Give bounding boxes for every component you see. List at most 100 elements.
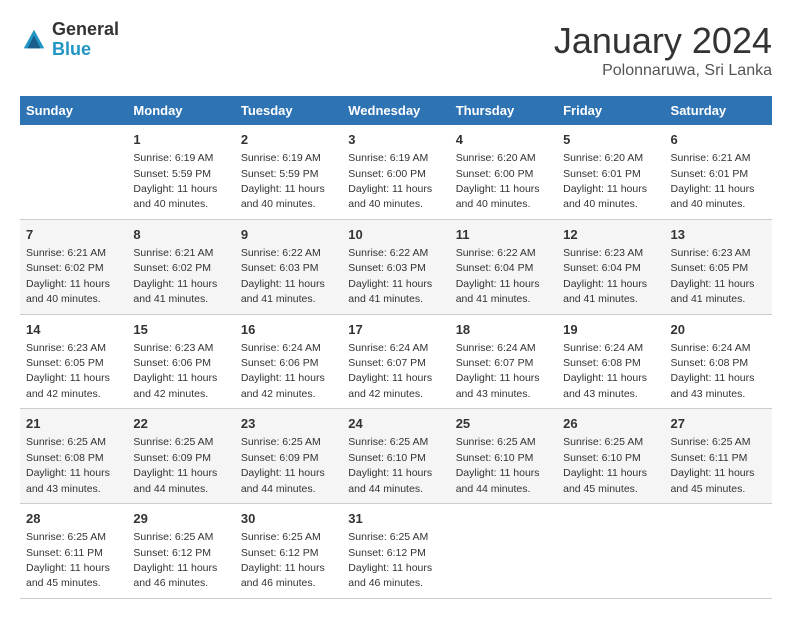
day-number: 11 xyxy=(456,226,551,244)
sunrise-info: Sunrise: 6:25 AM xyxy=(241,436,321,448)
sunset-info: Sunset: 6:04 PM xyxy=(456,262,534,274)
daylight-info: Daylight: 11 hours and 40 minutes. xyxy=(348,183,432,210)
daylight-info: Daylight: 11 hours and 41 minutes. xyxy=(348,278,432,305)
day-number: 10 xyxy=(348,226,443,244)
sunrise-info: Sunrise: 6:23 AM xyxy=(133,342,213,354)
sunrise-info: Sunrise: 6:24 AM xyxy=(348,342,428,354)
weekday-header-tuesday: Tuesday xyxy=(235,96,342,125)
sunset-info: Sunset: 6:04 PM xyxy=(563,262,641,274)
day-number: 6 xyxy=(671,131,766,149)
calendar-cell: 1Sunrise: 6:19 AMSunset: 5:59 PMDaylight… xyxy=(127,125,234,219)
sunset-info: Sunset: 6:01 PM xyxy=(563,168,641,180)
title-block: January 2024 Polonnaruwa, Sri Lanka xyxy=(554,20,772,80)
calendar-cell: 16Sunrise: 6:24 AMSunset: 6:06 PMDayligh… xyxy=(235,314,342,409)
calendar-cell: 12Sunrise: 6:23 AMSunset: 6:04 PMDayligh… xyxy=(557,219,664,314)
sunset-info: Sunset: 6:10 PM xyxy=(348,452,426,464)
daylight-info: Daylight: 11 hours and 45 minutes. xyxy=(26,562,110,589)
day-number: 3 xyxy=(348,131,443,149)
daylight-info: Daylight: 11 hours and 42 minutes. xyxy=(348,372,432,399)
calendar-cell: 27Sunrise: 6:25 AMSunset: 6:11 PMDayligh… xyxy=(665,409,772,504)
day-number: 17 xyxy=(348,321,443,339)
daylight-info: Daylight: 11 hours and 45 minutes. xyxy=(671,467,755,494)
daylight-info: Daylight: 11 hours and 46 minutes. xyxy=(241,562,325,589)
sunrise-info: Sunrise: 6:20 AM xyxy=(563,152,643,164)
sunset-info: Sunset: 6:02 PM xyxy=(26,262,104,274)
day-number: 8 xyxy=(133,226,228,244)
day-number: 2 xyxy=(241,131,336,149)
calendar-week-row: 1Sunrise: 6:19 AMSunset: 5:59 PMDaylight… xyxy=(20,125,772,219)
calendar-week-row: 28 Sunrise: 6:25 AM Sunset: 6:11 PM Dayligh… xyxy=(20,504,772,599)
sunset-info: Sunset: 6:08 PM xyxy=(563,357,641,369)
day-number: 15 xyxy=(133,321,228,339)
sunrise-info: Sunrise: 6:25 AM xyxy=(563,436,643,448)
calendar-week-row: 7Sunrise: 6:21 AMSunset: 6:02 PMDaylight… xyxy=(20,219,772,314)
sunset-info: Sunset: 5:59 PM xyxy=(133,168,211,180)
sunset-info: Sunset: 6:00 PM xyxy=(348,168,426,180)
day-number: 24 xyxy=(348,415,443,433)
calendar-cell xyxy=(20,125,127,219)
daylight-info: Daylight: 11 hours and 40 minutes. xyxy=(563,183,647,210)
daylight-info: Daylight: 11 hours and 41 minutes. xyxy=(563,278,647,305)
day-number: 4 xyxy=(456,131,551,149)
daylight-info: Daylight: 11 hours and 46 minutes. xyxy=(348,562,432,589)
sunset-info: Sunset: 6:07 PM xyxy=(456,357,534,369)
daylight-info: Daylight: 11 hours and 44 minutes. xyxy=(133,467,217,494)
sunset-info: Sunset: 6:02 PM xyxy=(133,262,211,274)
sunrise-info: Sunrise: 6:22 AM xyxy=(348,247,428,259)
page-header: General Blue January 2024 Polonnaruwa, S… xyxy=(20,20,772,80)
sunset-info: Sunset: 6:07 PM xyxy=(348,357,426,369)
daylight-info: Daylight: 11 hours and 42 minutes. xyxy=(241,372,325,399)
calendar-cell: 4Sunrise: 6:20 AMSunset: 6:00 PMDaylight… xyxy=(450,125,557,219)
sunrise-info: Sunrise: 6:23 AM xyxy=(671,247,751,259)
daylight-info: Daylight: 11 hours and 40 minutes. xyxy=(26,278,110,305)
calendar-cell: 31Sunrise: 6:25 AMSunset: 6:12 PMDayligh… xyxy=(342,504,449,599)
daylight-info: Daylight: 11 hours and 43 minutes. xyxy=(671,372,755,399)
calendar-cell: 13Sunrise: 6:23 AMSunset: 6:05 PMDayligh… xyxy=(665,219,772,314)
calendar-week-row: 21 Sunrise: 6:25 AM Sunset: 6:08 PM Dayligh… xyxy=(20,409,772,504)
day-number: 30 xyxy=(241,510,336,528)
daylight-info: Daylight: 11 hours and 40 minutes. xyxy=(671,183,755,210)
sunset-info: Sunset: 6:11 PM xyxy=(26,547,103,559)
day-number: 28 xyxy=(26,510,121,528)
day-number: 13 xyxy=(671,226,766,244)
calendar-cell: 19Sunrise: 6:24 AMSunset: 6:08 PMDayligh… xyxy=(557,314,664,409)
sunset-info: Sunset: 6:09 PM xyxy=(133,452,211,464)
daylight-info: Daylight: 11 hours and 40 minutes. xyxy=(241,183,325,210)
sunset-info: Sunset: 6:08 PM xyxy=(671,357,749,369)
weekday-header-friday: Friday xyxy=(557,96,664,125)
sunrise-info: Sunrise: 6:19 AM xyxy=(241,152,321,164)
calendar-cell: 10 Sunrise: 6:22 AM Sunset: 6:03 PM Dayligh… xyxy=(342,219,449,314)
day-number: 23 xyxy=(241,415,336,433)
sunrise-info: Sunrise: 6:24 AM xyxy=(671,342,751,354)
sunset-info: Sunset: 6:01 PM xyxy=(671,168,749,180)
daylight-info: Daylight: 11 hours and 42 minutes. xyxy=(26,372,110,399)
daylight-info: Daylight: 11 hours and 45 minutes. xyxy=(563,467,647,494)
sunset-info: Sunset: 6:12 PM xyxy=(241,547,319,559)
calendar-cell: 17 Sunrise: 6:24 AM Sunset: 6:07 PM Dayligh… xyxy=(342,314,449,409)
sunrise-info: Sunrise: 6:22 AM xyxy=(456,247,536,259)
sunrise-info: Sunrise: 6:20 AM xyxy=(456,152,536,164)
day-number: 16 xyxy=(241,321,336,339)
day-number: 19 xyxy=(563,321,658,339)
sunrise-info: Sunrise: 6:24 AM xyxy=(563,342,643,354)
calendar-cell: 7Sunrise: 6:21 AMSunset: 6:02 PMDaylight… xyxy=(20,219,127,314)
calendar-cell: 24Sunrise: 6:25 AMSunset: 6:10 PMDayligh… xyxy=(342,409,449,504)
day-number: 5 xyxy=(563,131,658,149)
day-number: 26 xyxy=(563,415,658,433)
daylight-info: Daylight: 11 hours and 43 minutes. xyxy=(456,372,540,399)
sunset-info: Sunset: 6:12 PM xyxy=(133,547,211,559)
sunset-info: Sunset: 6:12 PM xyxy=(348,547,426,559)
day-number: 31 xyxy=(348,510,443,528)
sunrise-info: Sunrise: 6:23 AM xyxy=(563,247,643,259)
calendar-cell: 15Sunrise: 6:23 AMSunset: 6:06 PMDayligh… xyxy=(127,314,234,409)
day-number: 21 xyxy=(26,415,121,433)
month-year-title: January 2024 xyxy=(554,20,772,62)
weekday-header-row: SundayMondayTuesdayWednesdayThursdayFrid… xyxy=(20,96,772,125)
sunset-info: Sunset: 6:06 PM xyxy=(133,357,211,369)
sunrise-info: Sunrise: 6:23 AM xyxy=(26,342,106,354)
sunset-info: Sunset: 6:03 PM xyxy=(348,262,426,274)
sunrise-info: Sunrise: 6:25 AM xyxy=(133,531,213,543)
day-number: 9 xyxy=(241,226,336,244)
sunset-info: Sunset: 6:08 PM xyxy=(26,452,104,464)
sunrise-info: Sunrise: 6:25 AM xyxy=(133,436,213,448)
